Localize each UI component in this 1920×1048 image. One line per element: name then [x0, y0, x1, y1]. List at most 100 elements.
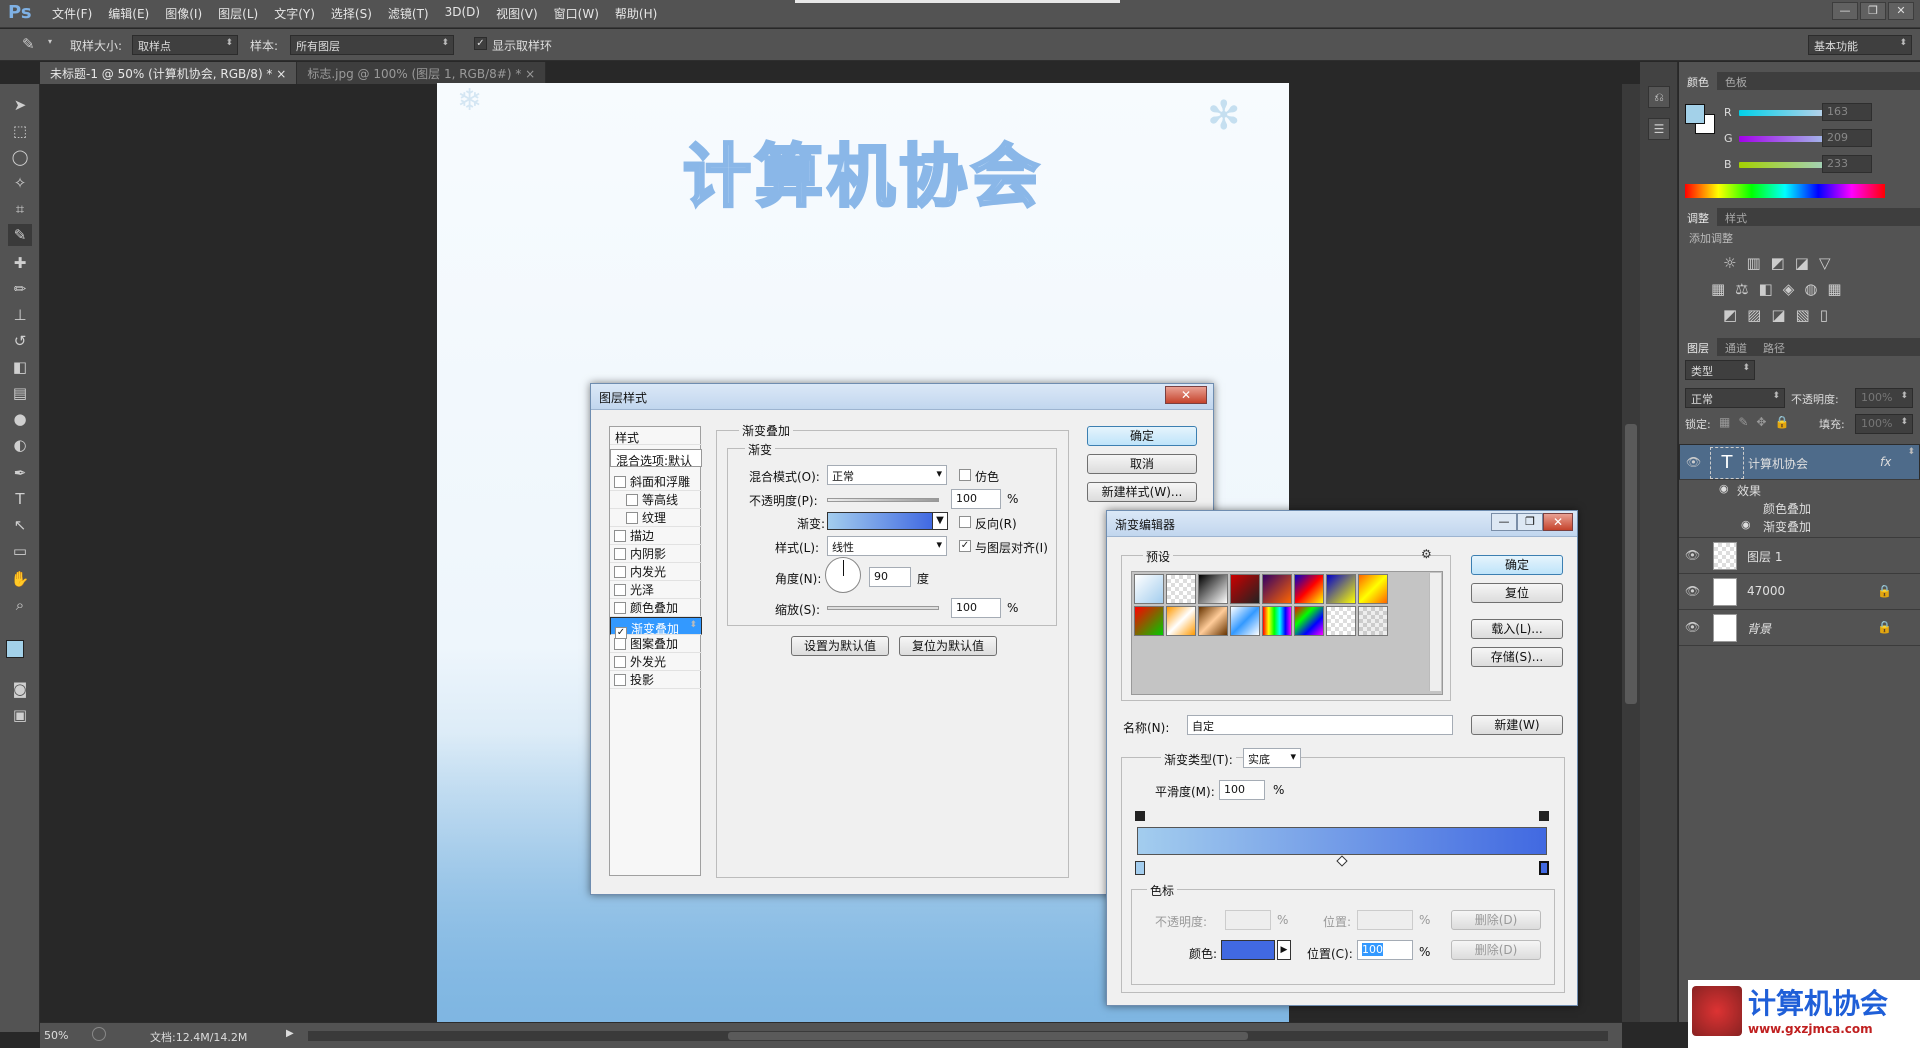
angle-input[interactable]: 90: [869, 567, 911, 587]
load-button[interactable]: 载入(L)...: [1471, 619, 1563, 639]
style-item[interactable]: ✓ 渐变叠加: [610, 617, 702, 639]
style-item[interactable]: 外发光: [610, 653, 702, 671]
minimize-button[interactable]: —: [1832, 2, 1858, 20]
effect-color-overlay[interactable]: 颜色叠加: [1763, 500, 1811, 517]
style-checkbox[interactable]: [614, 656, 626, 668]
style-checkbox[interactable]: [614, 638, 626, 650]
maximize-button[interactable]: ❐: [1517, 513, 1543, 531]
ok-button[interactable]: 确定: [1471, 555, 1563, 575]
layer-filter-select[interactable]: 类型: [1685, 360, 1755, 380]
gradient-preset-swatch[interactable]: [1134, 574, 1164, 604]
layer-text[interactable]: 👁 T 计算机协会 fx: [1679, 444, 1920, 480]
eyedropper-tool-icon[interactable]: ✎: [8, 224, 32, 246]
style-item[interactable]: 描边: [610, 527, 702, 545]
layer-1[interactable]: 👁 图层 1: [1679, 538, 1920, 574]
gradient-preset-swatch[interactable]: [1262, 574, 1292, 604]
clone-stamp-tool-icon[interactable]: ⊥: [8, 304, 32, 326]
presets-gear-icon[interactable]: ⚙: [1421, 547, 1432, 561]
blue-value[interactable]: 233: [1822, 155, 1872, 173]
tab-channels[interactable]: 通道: [1717, 338, 1755, 356]
menu-item[interactable]: 编辑(E): [100, 5, 157, 22]
gradient-preset-swatch[interactable]: [1358, 574, 1388, 604]
opacity-slider[interactable]: [827, 498, 939, 502]
layer-47000[interactable]: 👁 47000 🔒: [1679, 574, 1920, 610]
style-checkbox[interactable]: [614, 584, 626, 596]
visibility-eye-icon[interactable]: 👁: [1686, 455, 1701, 469]
gradient-tool-icon[interactable]: ▤: [8, 382, 32, 404]
lasso-tool-icon[interactable]: ◯: [8, 146, 32, 168]
style-checkbox[interactable]: [614, 548, 626, 560]
tab-close-icon[interactable]: ×: [525, 67, 535, 81]
workspace-select[interactable]: 基本功能: [1808, 35, 1912, 55]
effect-eye-icon[interactable]: ◉: [1741, 518, 1751, 531]
color-stop-left[interactable]: [1135, 861, 1145, 875]
new-button[interactable]: 新建(W): [1471, 715, 1563, 735]
type-tool-icon[interactable]: T: [8, 488, 32, 510]
color-position-input[interactable]: 100: [1357, 940, 1413, 960]
new-style-button[interactable]: 新建样式(W)...: [1087, 482, 1197, 502]
style-item[interactable]: 内阴影: [610, 545, 702, 563]
stop-color-menu-icon[interactable]: ▶: [1277, 940, 1291, 960]
menu-item[interactable]: 帮助(H): [607, 5, 665, 22]
ok-button[interactable]: 确定: [1087, 426, 1197, 446]
style-checkbox[interactable]: [626, 512, 638, 524]
blur-tool-icon[interactable]: ●: [8, 408, 32, 430]
tab-close-icon[interactable]: ×: [276, 67, 286, 81]
style-checkbox[interactable]: [614, 476, 626, 488]
minimize-button[interactable]: —: [1491, 513, 1517, 531]
reverse-checkbox[interactable]: [959, 516, 971, 528]
tab-logo[interactable]: 标志.jpg @ 100% (图层 1, RGB/8#) * ×: [297, 62, 547, 84]
zoom-level[interactable]: 50%: [44, 1029, 68, 1042]
tab-paths[interactable]: 路径: [1755, 338, 1793, 356]
adjustment-icons-row-1[interactable]: ☼▥◩◪▽: [1723, 254, 1841, 272]
menu-item[interactable]: 选择(S): [323, 5, 380, 22]
style-checkbox[interactable]: [614, 566, 626, 578]
scrollbar-thumb[interactable]: [728, 1032, 1248, 1040]
brush-tool-icon[interactable]: ✏: [8, 278, 32, 300]
gradient-type-select[interactable]: 实底: [1243, 748, 1301, 768]
fill-input[interactable]: 100%: [1855, 414, 1913, 434]
name-input[interactable]: 自定: [1187, 715, 1453, 735]
gradient-swatch[interactable]: [827, 512, 933, 530]
tab-layers[interactable]: 图层: [1679, 338, 1717, 356]
visibility-eye-icon[interactable]: 👁: [1685, 548, 1700, 562]
visibility-eye-icon[interactable]: 👁: [1685, 584, 1700, 598]
tab-adjustments[interactable]: 调整: [1679, 208, 1717, 226]
style-item[interactable]: 图案叠加: [610, 635, 702, 653]
tab-color[interactable]: 颜色: [1679, 72, 1717, 90]
gradient-preset-swatch[interactable]: [1198, 606, 1228, 636]
red-value[interactable]: 163: [1822, 103, 1872, 121]
set-default-button[interactable]: 设置为默认值: [791, 636, 889, 656]
crop-tool-icon[interactable]: ⌗: [8, 198, 32, 220]
delete-opacity-stop-button[interactable]: 删除(D): [1451, 910, 1541, 930]
gradient-preset-swatch[interactable]: [1230, 574, 1260, 604]
close-button[interactable]: ✕: [1165, 386, 1207, 404]
hand-tool-icon[interactable]: ✋: [8, 568, 32, 590]
close-button[interactable]: ✕: [1888, 2, 1914, 20]
style-select[interactable]: 线性: [827, 536, 947, 556]
fx-icon[interactable]: fx: [1880, 455, 1891, 469]
style-checkbox[interactable]: [614, 530, 626, 542]
path-select-tool-icon[interactable]: ↖: [8, 514, 32, 536]
menu-item[interactable]: 窗口(W): [546, 5, 607, 22]
gradient-preview-bar[interactable]: [1137, 827, 1547, 855]
vertical-scrollbar[interactable]: [1622, 84, 1640, 1022]
foreground-color-swatch[interactable]: [6, 640, 24, 658]
scale-slider[interactable]: [827, 606, 939, 610]
opacity-stop-right[interactable]: [1539, 811, 1549, 821]
delete-color-stop-button[interactable]: 删除(D): [1451, 940, 1541, 960]
scale-input[interactable]: 100: [951, 598, 1001, 618]
lock-icons[interactable]: ▦✎✥🔒: [1719, 415, 1797, 429]
gradient-preset-swatch[interactable]: [1294, 606, 1324, 636]
quick-mask-icon[interactable]: ◙: [8, 678, 32, 700]
foreground-color-swatch[interactable]: [1685, 104, 1705, 124]
scrollbar-thumb[interactable]: [1625, 424, 1637, 704]
horizontal-scrollbar[interactable]: [308, 1031, 1608, 1041]
menu-item[interactable]: 文件(F): [44, 5, 100, 22]
reset-default-button[interactable]: 复位为默认值: [899, 636, 997, 656]
gradient-preset-swatch[interactable]: [1166, 574, 1196, 604]
blend-mode-select[interactable]: 正常: [827, 465, 947, 485]
zoom-tool-icon[interactable]: ⌕: [8, 594, 32, 616]
shape-tool-icon[interactable]: ▭: [8, 540, 32, 562]
tab-untitled[interactable]: 未标题-1 @ 50% (计算机协会, RGB/8) * ×: [40, 62, 298, 84]
